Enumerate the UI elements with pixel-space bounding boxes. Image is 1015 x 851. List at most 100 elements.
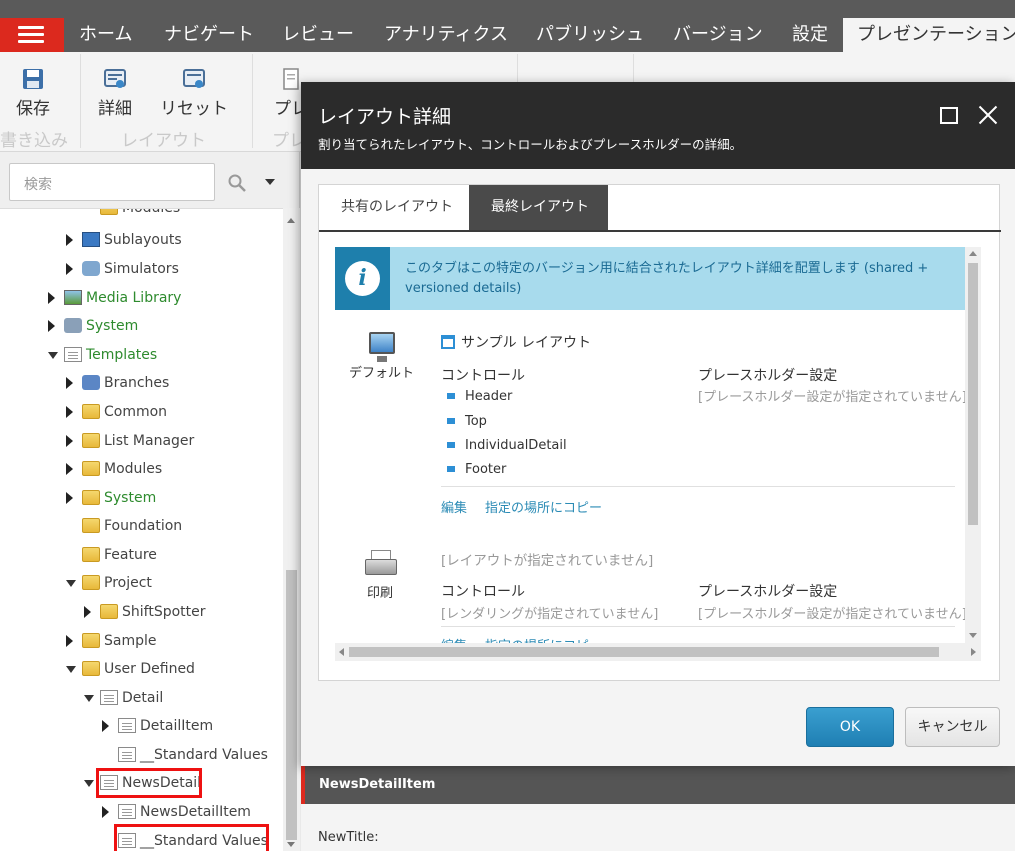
tab-presentation[interactable]: プレゼンテーション <box>843 18 1015 52</box>
folder-icon <box>82 518 100 533</box>
layout-details-dialog: レイアウト詳細 割り当てられたレイアウト、コントロールおよびプレースホルダーの詳… <box>301 82 1015 766</box>
save-button[interactable]: 保存 <box>16 68 50 119</box>
reset-label: リセット <box>160 99 228 119</box>
reset-button[interactable]: リセット <box>160 68 228 119</box>
edit-link[interactable]: 編集 <box>441 497 467 516</box>
section-header[interactable]: NewsDetailItem <box>301 766 1015 804</box>
tab-versions[interactable]: バージョン <box>673 18 763 52</box>
layout-icon <box>441 335 455 349</box>
sublayouts-icon <box>82 232 100 247</box>
details-button[interactable]: 詳細 <box>98 68 132 119</box>
expand-arrow-icon[interactable] <box>102 720 109 732</box>
edit-link[interactable]: 編集 <box>441 635 467 643</box>
ribbon-group-write: 書き込み <box>0 131 68 151</box>
dialog-body: 共有のレイアウト 最終レイアウト i このタブはこの特定のバージョン用に結合され… <box>318 184 1001 681</box>
expand-arrow-icon[interactable] <box>66 263 73 275</box>
collapse-arrow-icon[interactable] <box>84 695 94 702</box>
chevron-down-icon[interactable] <box>265 179 275 185</box>
collapse-arrow-icon[interactable] <box>48 352 58 359</box>
expand-arrow-icon[interactable] <box>66 234 73 246</box>
ok-button[interactable]: OK <box>806 707 894 747</box>
search-icon[interactable] <box>228 174 246 192</box>
controls-empty: [レンダリングが指定されていません] <box>441 607 659 622</box>
template-icon <box>100 690 118 705</box>
search-input[interactable]: 検索 <box>9 163 215 201</box>
document-icon <box>118 804 136 819</box>
maximize-icon[interactable] <box>940 107 958 124</box>
cancel-button[interactable]: キャンセル <box>905 707 1000 747</box>
folder-icon <box>82 461 100 476</box>
horizontal-scrollbar-thumb[interactable] <box>349 647 939 657</box>
tab-settings[interactable]: 設定 <box>792 18 828 52</box>
copy-to-link[interactable]: 指定の場所にコピー <box>485 635 602 643</box>
folder-icon <box>82 547 100 562</box>
vertical-scrollbar-thumb[interactable] <box>968 263 978 525</box>
collapse-arrow-icon[interactable] <box>84 780 94 787</box>
control-item[interactable]: Top <box>447 414 487 429</box>
layout-scroll-area: i このタブはこの特定のバージョン用に結合されたレイアウト詳細を配置します (s… <box>319 185 965 643</box>
control-item[interactable]: IndividualDetail <box>447 438 567 453</box>
expand-arrow-icon[interactable] <box>48 320 55 332</box>
save-icon <box>23 69 43 89</box>
monitor-icon <box>368 332 395 362</box>
expand-arrow-icon[interactable] <box>66 463 73 475</box>
expand-arrow-icon[interactable] <box>66 377 73 389</box>
collapse-arrow-icon[interactable] <box>66 666 76 673</box>
info-message: i このタブはこの特定のバージョン用に結合されたレイアウト詳細を配置します (s… <box>335 247 965 310</box>
control-item[interactable]: Footer <box>447 462 506 477</box>
placeholder-settings-label: プレースホルダー設定 <box>698 584 838 600</box>
scroll-up-icon[interactable] <box>287 218 295 223</box>
scroll-right-icon[interactable] <box>971 648 976 656</box>
expand-arrow-icon[interactable] <box>66 406 73 418</box>
preview-icon <box>283 68 299 90</box>
printer-icon <box>365 550 397 575</box>
scroll-down-icon[interactable] <box>287 842 295 847</box>
highlight-box-standard-values <box>114 824 269 851</box>
folder-icon <box>82 661 100 676</box>
control-item[interactable]: Header <box>447 389 512 404</box>
horizontal-scrollbar[interactable] <box>335 643 981 661</box>
branches-icon <box>82 375 100 390</box>
details-icon <box>104 69 126 88</box>
scroll-up-icon[interactable] <box>969 251 977 256</box>
tab-publish[interactable]: パブリッシュ <box>536 18 644 52</box>
hamburger-menu-icon[interactable] <box>0 18 64 52</box>
templates-icon <box>64 347 82 362</box>
details-label: 詳細 <box>98 99 132 119</box>
reset-icon <box>183 69 205 88</box>
expand-arrow-icon[interactable] <box>102 806 109 818</box>
divider <box>441 486 955 487</box>
expand-arrow-icon[interactable] <box>66 435 73 447</box>
tab-navigate[interactable]: ナビゲート <box>164 18 254 52</box>
folder-icon <box>82 633 100 648</box>
simulators-icon <box>82 261 100 276</box>
vertical-scrollbar[interactable] <box>965 247 981 643</box>
copy-to-link[interactable]: 指定の場所にコピー <box>485 497 602 516</box>
document-icon <box>118 718 136 733</box>
collapse-arrow-icon[interactable] <box>66 580 76 587</box>
tab-review[interactable]: レビュー <box>282 18 354 52</box>
tree-scrollbar-thumb[interactable] <box>286 570 297 840</box>
expand-arrow-icon[interactable] <box>48 292 55 304</box>
device-print[interactable]: 印刷 <box>365 550 397 601</box>
expand-arrow-icon[interactable] <box>66 492 73 504</box>
content-tree: Modules Sublayouts Simulators Media Libr… <box>0 208 283 851</box>
scroll-left-icon[interactable] <box>339 648 344 656</box>
folder-icon <box>100 209 118 215</box>
ribbon-separator <box>252 54 253 148</box>
device-name: 印刷 <box>366 586 393 601</box>
folder-icon <box>82 433 100 448</box>
device-default[interactable]: デフォルト <box>349 332 414 381</box>
scroll-down-icon[interactable] <box>969 633 977 638</box>
tab-home[interactable]: ホーム <box>79 18 132 52</box>
divider <box>441 626 955 627</box>
folder-icon <box>82 575 100 590</box>
expand-arrow-icon[interactable] <box>66 635 73 647</box>
dialog-title: レイアウト詳細 <box>318 106 452 128</box>
close-icon[interactable] <box>975 102 1001 128</box>
dialog-subtitle: 割り当てられたレイアウト、コントロールおよびプレースホルダーの詳細。 <box>318 137 743 152</box>
layout-name[interactable]: サンプル レイアウト <box>441 332 591 352</box>
expand-arrow-icon[interactable] <box>84 606 91 618</box>
folder-icon <box>82 404 100 419</box>
tab-analytics[interactable]: アナリティクス <box>384 18 508 52</box>
